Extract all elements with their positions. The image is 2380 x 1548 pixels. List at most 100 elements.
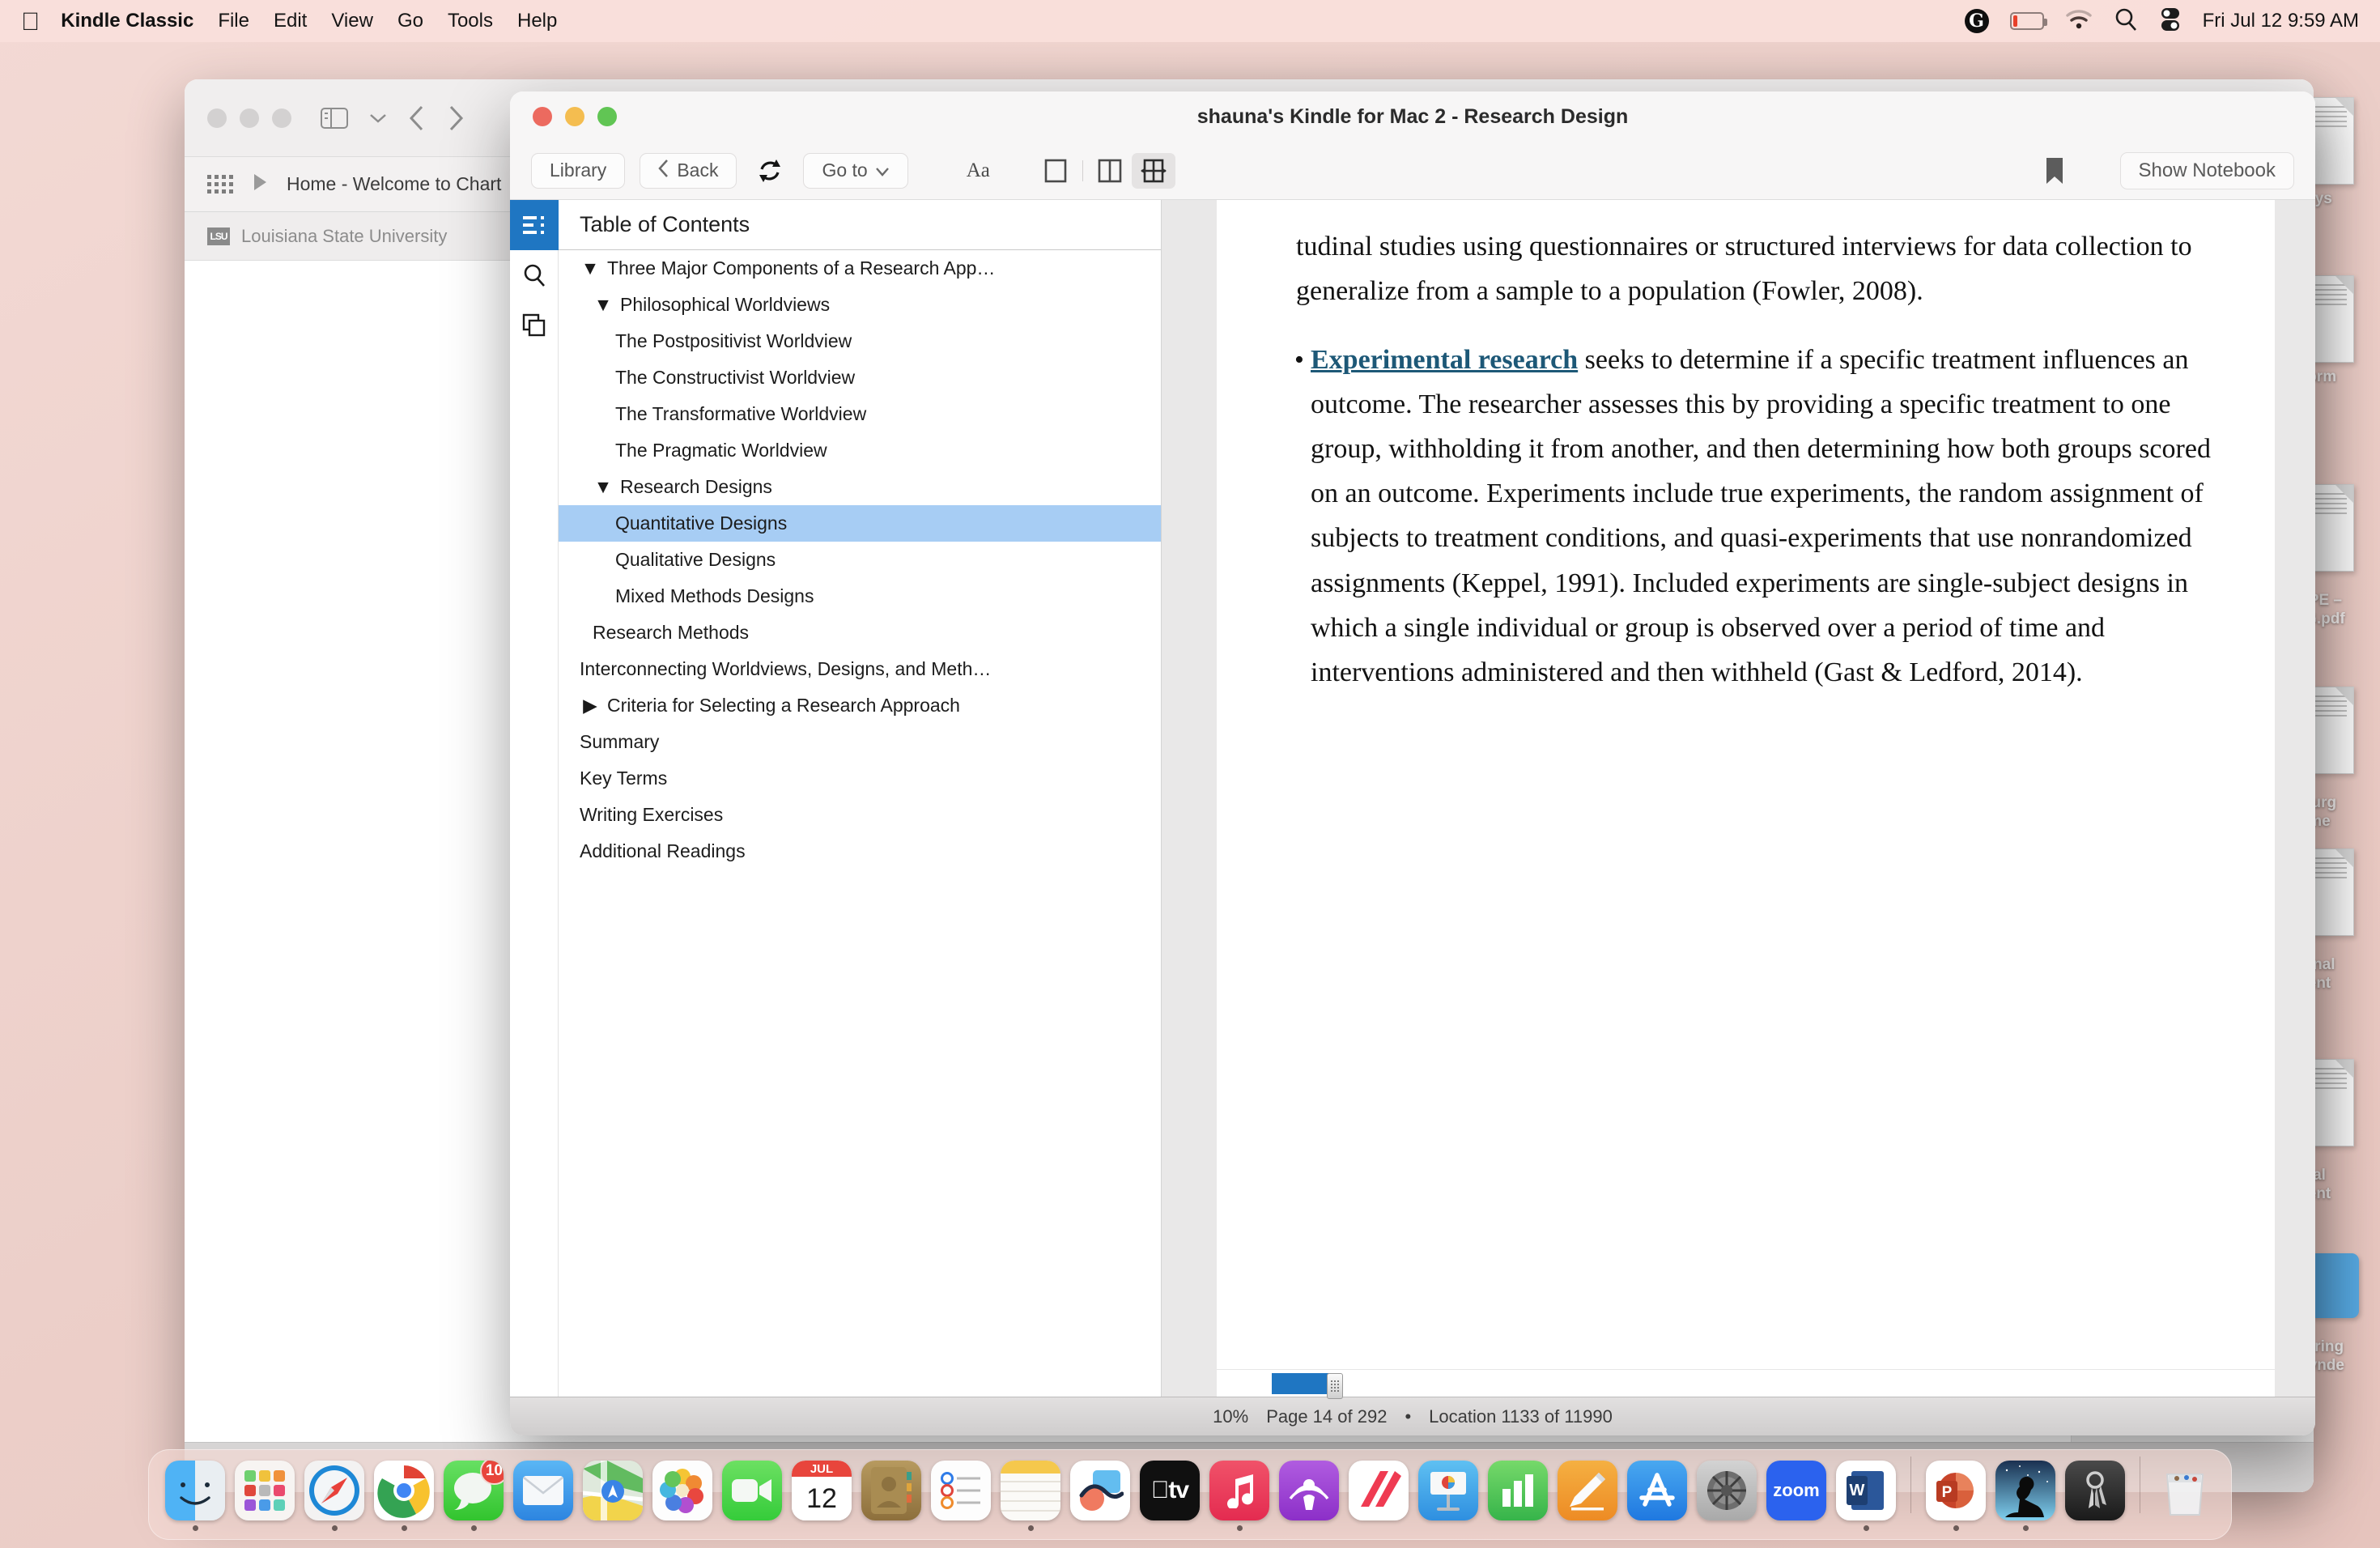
maximize-button[interactable] [597, 107, 617, 126]
dock-item-photos[interactable] [649, 1461, 716, 1531]
calendar-icon[interactable]: JUL 12 [792, 1461, 852, 1520]
kindle-icon[interactable] [1995, 1461, 2055, 1520]
reading-pane[interactable]: tudinal studies using questionnaires or … [1162, 200, 2315, 1399]
library-button[interactable]: Library [531, 152, 626, 189]
single-page-view-button[interactable] [1034, 153, 1077, 189]
toc-item[interactable]: ▼ Philosophical Worldviews [559, 287, 1161, 323]
word-icon[interactable]: W [1836, 1461, 1896, 1520]
chrome-icon[interactable] [374, 1461, 434, 1520]
menu-go[interactable]: Go [397, 10, 423, 32]
toc-item[interactable]: The Transformative Worldview [559, 396, 1161, 432]
chevron-down-icon[interactable]: ▼ [593, 294, 614, 316]
toc-item[interactable]: Research Methods [559, 615, 1161, 651]
font-settings-button[interactable]: Aa [967, 159, 990, 182]
apple-logo-icon[interactable]:  [21, 9, 40, 34]
sidebar-toggle-icon[interactable] [321, 107, 348, 130]
toc-item[interactable]: Writing Exercises [559, 797, 1161, 833]
toc-item[interactable]: Qualitative Designs [559, 542, 1161, 578]
menu-bar-clock[interactable]: Fri Jul 12 9:59 AM [2203, 10, 2359, 32]
minimize-button[interactable] [565, 107, 584, 126]
dock-item-trash[interactable] [2152, 1461, 2218, 1531]
dock-item-facetime[interactable] [719, 1461, 785, 1531]
reading-progress-bar[interactable] [1217, 1369, 2275, 1399]
two-column-view-button[interactable] [1088, 153, 1132, 189]
facetime-icon[interactable] [722, 1461, 782, 1520]
grammarly-icon[interactable]: G [1964, 9, 1989, 33]
kindle-window[interactable]: shauna's Kindle for Mac 2 - Research Des… [510, 91, 2315, 1435]
toc-rail-button[interactable] [510, 200, 559, 250]
dock-item-finder[interactable] [162, 1461, 228, 1531]
freeform-icon[interactable] [1070, 1461, 1130, 1520]
toc-item[interactable]: Summary [559, 724, 1161, 760]
dock-item-messages[interactable]: 10 [440, 1461, 507, 1531]
safari-icon[interactable] [304, 1461, 364, 1520]
dock-item-mail[interactable] [510, 1461, 576, 1531]
maps-icon[interactable] [583, 1461, 643, 1520]
mail-icon[interactable] [513, 1461, 573, 1520]
progress-track[interactable] [1272, 1373, 2234, 1399]
dock-item-podcasts[interactable] [1276, 1461, 1342, 1531]
trash-icon[interactable] [2155, 1461, 2215, 1520]
goto-button[interactable]: Go to [803, 152, 908, 189]
photos-icon[interactable] [652, 1461, 712, 1520]
toc-list[interactable]: ▼ Three Major Components of a Research Ap… [559, 250, 1161, 1397]
finder-icon[interactable] [165, 1461, 225, 1520]
minimize-button[interactable] [240, 108, 259, 128]
numbers-icon[interactable] [1488, 1461, 1548, 1520]
control-center-icon[interactable] [2159, 7, 2182, 36]
safari-tab-title[interactable]: Home - Welcome to Chart [287, 173, 501, 195]
launchpad-icon[interactable] [235, 1461, 295, 1520]
toc-item[interactable]: Interconnecting Worldviews, Designs, and… [559, 651, 1161, 687]
wifi-icon[interactable] [2065, 9, 2093, 34]
toc-item[interactable]: Mixed Methods Designs [559, 578, 1161, 615]
news-icon[interactable] [1349, 1461, 1409, 1520]
search-rail-button[interactable] [510, 250, 559, 300]
flashcards-rail-button[interactable] [510, 300, 559, 351]
toc-item[interactable]: Key Terms [559, 760, 1161, 797]
chevron-right-icon[interactable]: ▶ [580, 695, 601, 717]
glossary-term-link[interactable]: Experimental research [1311, 345, 1578, 375]
dock-item-notes[interactable] [997, 1461, 1064, 1531]
pages-icon[interactable] [1558, 1461, 1617, 1520]
show-notebook-button[interactable]: Show Notebook [2119, 151, 2294, 189]
toc-item[interactable]: ▼ Three Major Components of a Research Ap… [559, 250, 1161, 287]
chevron-down-icon[interactable]: ▼ [593, 476, 614, 498]
dock-item-zoom[interactable]: zoom [1763, 1461, 1830, 1531]
keynote-icon[interactable] [1418, 1461, 1478, 1520]
dock-item-maps[interactable] [580, 1461, 646, 1531]
forward-icon[interactable] [447, 104, 465, 132]
menu-view[interactable]: View [331, 10, 373, 32]
bookmark-button[interactable] [2036, 153, 2073, 189]
menu-file[interactable]: File [218, 10, 249, 32]
dock-item-safari[interactable] [301, 1461, 368, 1531]
toc-item[interactable]: The Postpositivist Worldview [559, 323, 1161, 359]
toc-item[interactable]: The Constructivist Worldview [559, 359, 1161, 396]
toc-item[interactable]: Additional Readings [559, 833, 1161, 870]
keychain-icon[interactable] [2065, 1461, 2125, 1520]
dock-item-reminders[interactable] [928, 1461, 994, 1531]
system-settings-icon[interactable] [1697, 1461, 1757, 1520]
close-button[interactable] [207, 108, 227, 128]
dock-item-kindle[interactable] [1992, 1461, 2059, 1531]
reminders-icon[interactable] [931, 1461, 991, 1520]
search-icon[interactable] [2114, 7, 2138, 36]
appletv-icon[interactable]: tv [1140, 1461, 1200, 1520]
maximize-button[interactable] [272, 108, 291, 128]
dock-item-freeform[interactable] [1067, 1461, 1133, 1531]
chevron-down-icon[interactable]: ▼ [580, 257, 601, 279]
dock-item-word[interactable]: W [1833, 1461, 1899, 1531]
dock-item-keychain[interactable] [2062, 1461, 2128, 1531]
dock-item-numbers[interactable] [1485, 1461, 1551, 1531]
dock-item-appletv[interactable]: tv [1137, 1461, 1203, 1531]
chevron-down-icon[interactable] [369, 113, 387, 124]
dock-item-launchpad[interactable] [232, 1461, 298, 1531]
menu-app-name[interactable]: Kindle Classic [61, 10, 193, 32]
contacts-icon[interactable] [861, 1461, 921, 1520]
dock-item-music[interactable] [1206, 1461, 1273, 1531]
dock-item-appstore[interactable] [1624, 1461, 1690, 1531]
menu-edit[interactable]: Edit [274, 10, 307, 32]
messages-icon[interactable]: 10 [444, 1461, 504, 1520]
battery-low-icon[interactable] [2009, 12, 2047, 30]
kindle-traffic-lights[interactable] [533, 107, 617, 126]
close-button[interactable] [533, 107, 552, 126]
